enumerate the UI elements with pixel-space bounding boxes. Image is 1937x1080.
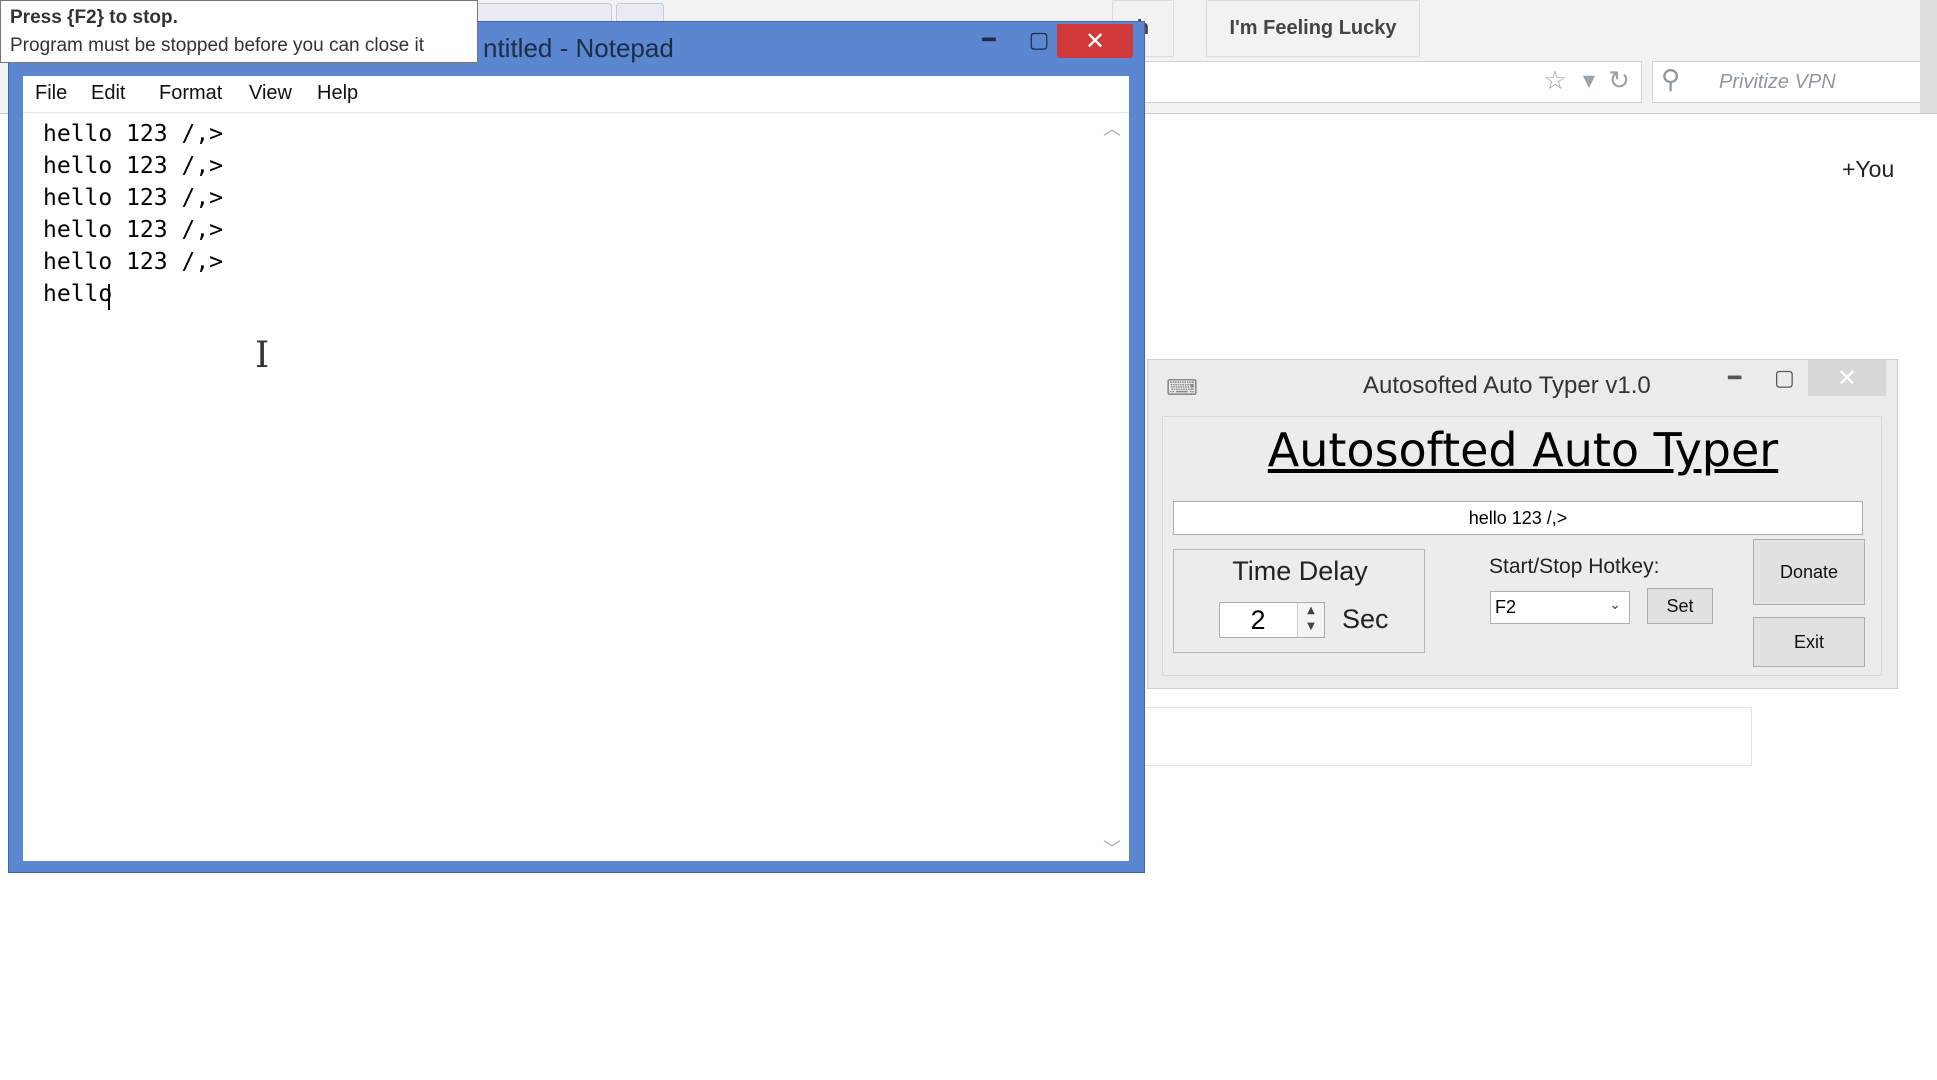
maximize-icon[interactable]: ▢	[1019, 24, 1059, 58]
menu-file[interactable]: File	[35, 82, 67, 105]
star-icon[interactable]: ☆	[1540, 66, 1570, 96]
close-icon[interactable]: ✕	[1057, 24, 1133, 58]
time-delay-group: Time Delay 2 ▲ ▼ Sec	[1173, 549, 1425, 653]
text-line: hello 123 /,>	[43, 185, 224, 211]
chevron-down-icon[interactable]: ⌄	[1609, 597, 1621, 613]
time-delay-label: Time Delay	[1232, 556, 1368, 586]
text-line: hello 123 /,>	[43, 217, 224, 243]
text-line: hello 123 /,>	[43, 249, 224, 275]
menu-help[interactable]: Help	[317, 82, 358, 105]
menu-edit[interactable]: Edit	[91, 82, 125, 105]
refresh-icon[interactable]: ↻	[1604, 66, 1634, 96]
stepper-arrows-icon[interactable]: ▲ ▼	[1297, 603, 1324, 637]
text-line: hello 123 /,>	[43, 121, 224, 147]
search-placeholder: Privitize VPN	[1719, 71, 1836, 93]
delay-value[interactable]: 2	[1220, 605, 1296, 636]
notepad-window: ntitled - Notepad ━ ▢ ✕ File Edit Format…	[8, 21, 1145, 873]
auto-typer-heading: Autosofted Auto Typer	[1267, 423, 1779, 477]
dropdown-arrow-icon[interactable]: ▼	[1574, 66, 1604, 96]
scroll-up-icon[interactable]: ︿	[1103, 115, 1121, 141]
close-icon[interactable]: ✕	[1808, 360, 1886, 396]
minimize-icon[interactable]: ━	[1728, 366, 1741, 391]
hotkey-value: F2	[1495, 597, 1517, 617]
menu-view[interactable]: View	[249, 82, 292, 105]
donate-button[interactable]: Donate	[1753, 539, 1865, 605]
search-icon: ⚲	[1661, 65, 1681, 95]
feeling-lucky-button[interactable]: I'm Feeling Lucky	[1206, 0, 1420, 57]
exit-button[interactable]: Exit	[1753, 617, 1865, 667]
delay-stepper[interactable]: 2 ▲ ▼	[1219, 602, 1325, 638]
google-plus-you-link[interactable]: +You	[1842, 156, 1894, 183]
maximize-icon[interactable]: ▢	[1774, 366, 1795, 391]
notepad-vertical-scrollbar[interactable]: ︿ ﹀	[1097, 113, 1129, 861]
text-line: hello	[43, 281, 113, 307]
minimize-icon[interactable]: ━	[969, 24, 1009, 58]
set-hotkey-button[interactable]: Set	[1647, 588, 1713, 624]
text-caret	[108, 284, 110, 310]
ibeam-cursor-icon: I	[255, 335, 270, 376]
hotkey-label: Start/Stop Hotkey:	[1489, 555, 1660, 578]
tooltip-line-2: Program must be stopped before you can c…	[10, 35, 425, 56]
browser-scrollbar[interactable]	[1920, 0, 1937, 113]
notepad-menubar: File Edit Format View Help	[23, 76, 1129, 113]
delay-unit-label: Sec	[1342, 604, 1389, 634]
tooltip-line-1: Press {F2} to stop.	[10, 7, 178, 28]
browser-search-box[interactable]: ⚲ Privitize VPN	[1652, 61, 1924, 103]
menu-format[interactable]: Format	[159, 82, 222, 105]
auto-typer-window: ⌨ Autosofted Auto Typer v1.0 ━ ▢ ✕ Autos…	[1147, 359, 1898, 689]
hotkey-select[interactable]: F2 ⌄	[1490, 591, 1630, 624]
hotkey-tooltip: Press {F2} to stop. Program must be stop…	[0, 0, 478, 63]
scroll-down-icon[interactable]: ﹀	[1103, 835, 1121, 861]
auto-typer-title: Autosofted Auto Typer v1.0	[1363, 372, 1651, 399]
google-search-input[interactable]	[1140, 707, 1752, 766]
auto-typer-panel: Autosofted Auto Typer hello 123 /,> Time…	[1162, 416, 1882, 676]
text-to-type-input[interactable]: hello 123 /,>	[1173, 501, 1863, 535]
text-line: hello 123 /,>	[43, 153, 224, 179]
notepad-text-area[interactable]: hello 123 /,> hello 123 /,> hello 123 /,…	[23, 113, 1129, 861]
notepad-title: ntitled - Notepad	[483, 33, 674, 63]
keyboard-icon: ⌨	[1166, 376, 1198, 401]
